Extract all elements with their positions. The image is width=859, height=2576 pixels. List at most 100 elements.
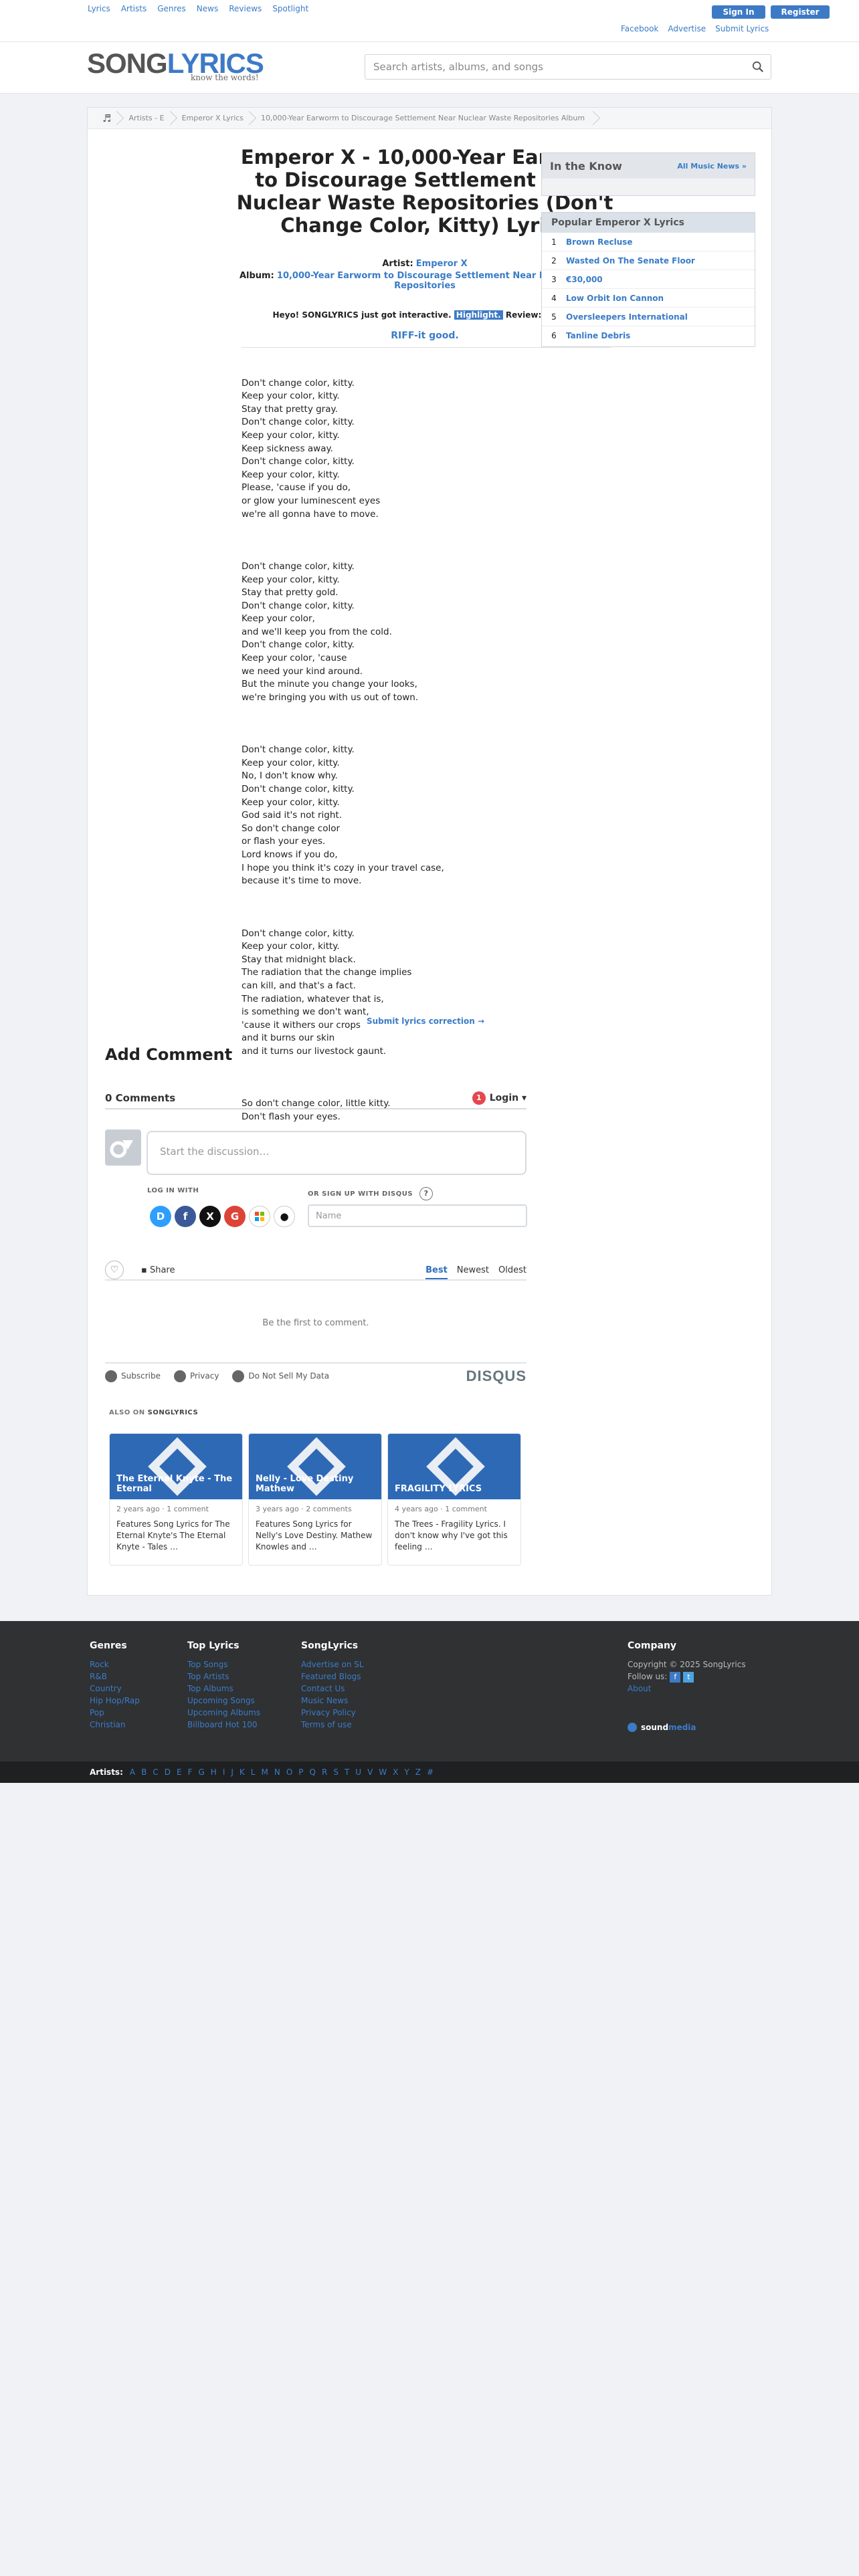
artist-letter-link[interactable]: K <box>240 1767 245 1777</box>
breadcrumb-artists-e[interactable]: Artists - E <box>119 108 172 129</box>
footer-link[interactable]: Music News <box>301 1695 364 1707</box>
artist-letter-link[interactable]: S <box>333 1767 339 1777</box>
artist-letter-link[interactable]: Q <box>310 1767 316 1777</box>
search-icon[interactable] <box>752 61 764 73</box>
artist-letter-link[interactable]: Z <box>415 1767 421 1777</box>
popular-song-link[interactable]: Tanline Debris <box>566 331 630 340</box>
popular-song-link[interactable]: Oversleepers International <box>566 312 688 322</box>
footer-link[interactable]: Top Songs <box>187 1658 260 1671</box>
music-note-icon[interactable]: ♬ <box>93 108 119 129</box>
privacy-link[interactable]: Privacy <box>173 1370 219 1382</box>
artist-letter-link[interactable]: P <box>298 1767 303 1777</box>
footer-link[interactable]: Upcoming Songs <box>187 1695 260 1707</box>
popular-song-link[interactable]: Wasted On The Senate Floor <box>566 256 695 265</box>
popular-song-link[interactable]: Brown Recluse <box>566 237 633 247</box>
footer-link[interactable]: Privacy Policy <box>301 1707 364 1719</box>
popular-item[interactable]: 4 Low Orbit Ion Cannon <box>542 289 755 308</box>
related-card[interactable]: FRAGILITY LYRICS 4 years ago · 1 comment… <box>387 1433 521 1566</box>
artist-letter-link[interactable]: I <box>223 1767 225 1777</box>
popular-song-link[interactable]: Low Orbit Ion Cannon <box>566 294 664 303</box>
facebook-link[interactable]: Facebook <box>621 24 658 33</box>
footer-link[interactable]: Pop <box>90 1707 140 1719</box>
artist-letter-link[interactable]: A <box>130 1767 135 1777</box>
artist-letter-link[interactable]: L <box>251 1767 256 1777</box>
artist-letter-link[interactable]: E <box>177 1767 182 1777</box>
apple-login-icon[interactable]: ● <box>274 1206 295 1227</box>
footer-link[interactable]: Billboard Hot 100 <box>187 1719 260 1731</box>
footer-link[interactable]: R&B <box>90 1671 140 1683</box>
artist-letter-link[interactable]: # <box>427 1767 434 1777</box>
artist-letter-link[interactable]: T <box>345 1767 349 1777</box>
artist-letter-link[interactable]: C <box>153 1767 158 1777</box>
nav-lyrics[interactable]: Lyrics <box>88 4 110 13</box>
submit-correction-link[interactable]: Submit lyrics correction → <box>242 1016 609 1026</box>
artist-letter-link[interactable]: D <box>165 1767 171 1777</box>
artist-letter-link[interactable]: W <box>379 1767 387 1777</box>
footer-link[interactable]: Top Artists <box>187 1671 260 1683</box>
breadcrumb-album[interactable]: 10,000-Year Earworm to Discourage Settle… <box>252 108 595 129</box>
name-field[interactable] <box>308 1204 527 1227</box>
popular-item[interactable]: 1 Brown Recluse <box>542 233 755 251</box>
footer-link[interactable]: Hip Hop/Rap <box>90 1695 140 1707</box>
artist-letter-link[interactable]: B <box>141 1767 147 1777</box>
heart-icon[interactable]: ♡ <box>105 1261 124 1279</box>
footer-link[interactable]: Top Albums <box>187 1683 260 1695</box>
do-not-sell-link[interactable]: Do Not Sell My Data <box>232 1370 329 1382</box>
nav-genres[interactable]: Genres <box>157 4 186 13</box>
footer-link[interactable]: Advertise on SL <box>301 1658 364 1671</box>
soundmedia-logo[interactable]: soundmedia <box>628 1723 696 1732</box>
related-card[interactable]: Nelly - Love Destiny Mathew 3 years ago … <box>248 1433 382 1566</box>
about-link[interactable]: About <box>628 1683 746 1695</box>
popular-item[interactable]: 5 Oversleepers International <box>542 308 755 326</box>
nav-reviews[interactable]: Reviews <box>229 4 262 13</box>
artist-letter-link[interactable]: O <box>286 1767 292 1777</box>
search-input[interactable] <box>365 55 740 79</box>
popular-item[interactable]: 6 Tanline Debris <box>542 326 755 345</box>
footer-link[interactable]: Terms of use <box>301 1719 364 1731</box>
sign-in-button[interactable]: Sign In <box>712 5 765 19</box>
artist-letter-link[interactable]: V <box>367 1767 373 1777</box>
artist-letter-link[interactable]: G <box>198 1767 204 1777</box>
nav-news[interactable]: News <box>197 4 218 13</box>
nav-spotlight[interactable]: Spotlight <box>272 4 308 13</box>
footer-link[interactable]: Featured Blogs <box>301 1671 364 1683</box>
footer-link[interactable]: Country <box>90 1683 140 1695</box>
sort-oldest[interactable]: Oldest <box>498 1265 527 1275</box>
sort-newest[interactable]: Newest <box>457 1265 489 1275</box>
footer-link[interactable]: Upcoming Albums <box>187 1707 260 1719</box>
artist-letter-link[interactable]: F <box>188 1767 193 1777</box>
highlight-badge[interactable]: Highlight. <box>454 310 503 320</box>
comment-textarea[interactable]: Start the discussion… <box>147 1131 527 1175</box>
twitter-icon[interactable]: t <box>683 1671 694 1683</box>
facebook-login-icon[interactable]: f <box>175 1206 196 1227</box>
x-login-icon[interactable]: X <box>199 1206 221 1227</box>
popular-item[interactable]: 2 Wasted On The Senate Floor <box>542 251 755 270</box>
popular-item[interactable]: 3 €30,000 <box>542 270 755 289</box>
microsoft-login-icon[interactable] <box>249 1206 270 1227</box>
artist-letter-link[interactable]: X <box>393 1767 398 1777</box>
advertise-link[interactable]: Advertise <box>668 24 706 33</box>
subscribe-link[interactable]: Subscribe <box>105 1370 161 1382</box>
breadcrumb-artist[interactable]: Emperor X Lyrics <box>173 108 252 129</box>
share-button[interactable]: ▪ Share <box>141 1265 175 1275</box>
footer-link[interactable]: Rock <box>90 1658 140 1671</box>
footer-link[interactable]: Christian <box>90 1719 140 1731</box>
submit-lyrics-link[interactable]: Submit Lyrics <box>715 24 769 33</box>
footer-link[interactable]: Contact Us <box>301 1683 364 1695</box>
register-button[interactable]: Register <box>771 5 830 19</box>
artist-link[interactable]: Emperor X <box>416 259 468 269</box>
related-card[interactable]: The Eternal Knyte - The Eternal 2 years … <box>109 1433 243 1566</box>
google-login-icon[interactable]: G <box>224 1206 246 1227</box>
artist-letter-link[interactable]: M <box>261 1767 268 1777</box>
nav-artists[interactable]: Artists <box>121 4 147 13</box>
artist-letter-link[interactable]: J <box>231 1767 233 1777</box>
artist-letter-link[interactable]: Y <box>404 1767 409 1777</box>
artist-letter-link[interactable]: U <box>355 1767 361 1777</box>
facebook-icon[interactable]: f <box>670 1671 681 1683</box>
help-icon[interactable]: ? <box>419 1187 434 1200</box>
popular-song-link[interactable]: €30,000 <box>566 275 603 284</box>
sort-best[interactable]: Best <box>425 1265 448 1279</box>
disqus-login-icon[interactable]: D <box>150 1206 171 1227</box>
login-dropdown[interactable]: 1 Login ▾ <box>472 1091 527 1105</box>
artist-letter-link[interactable]: R <box>322 1767 327 1777</box>
